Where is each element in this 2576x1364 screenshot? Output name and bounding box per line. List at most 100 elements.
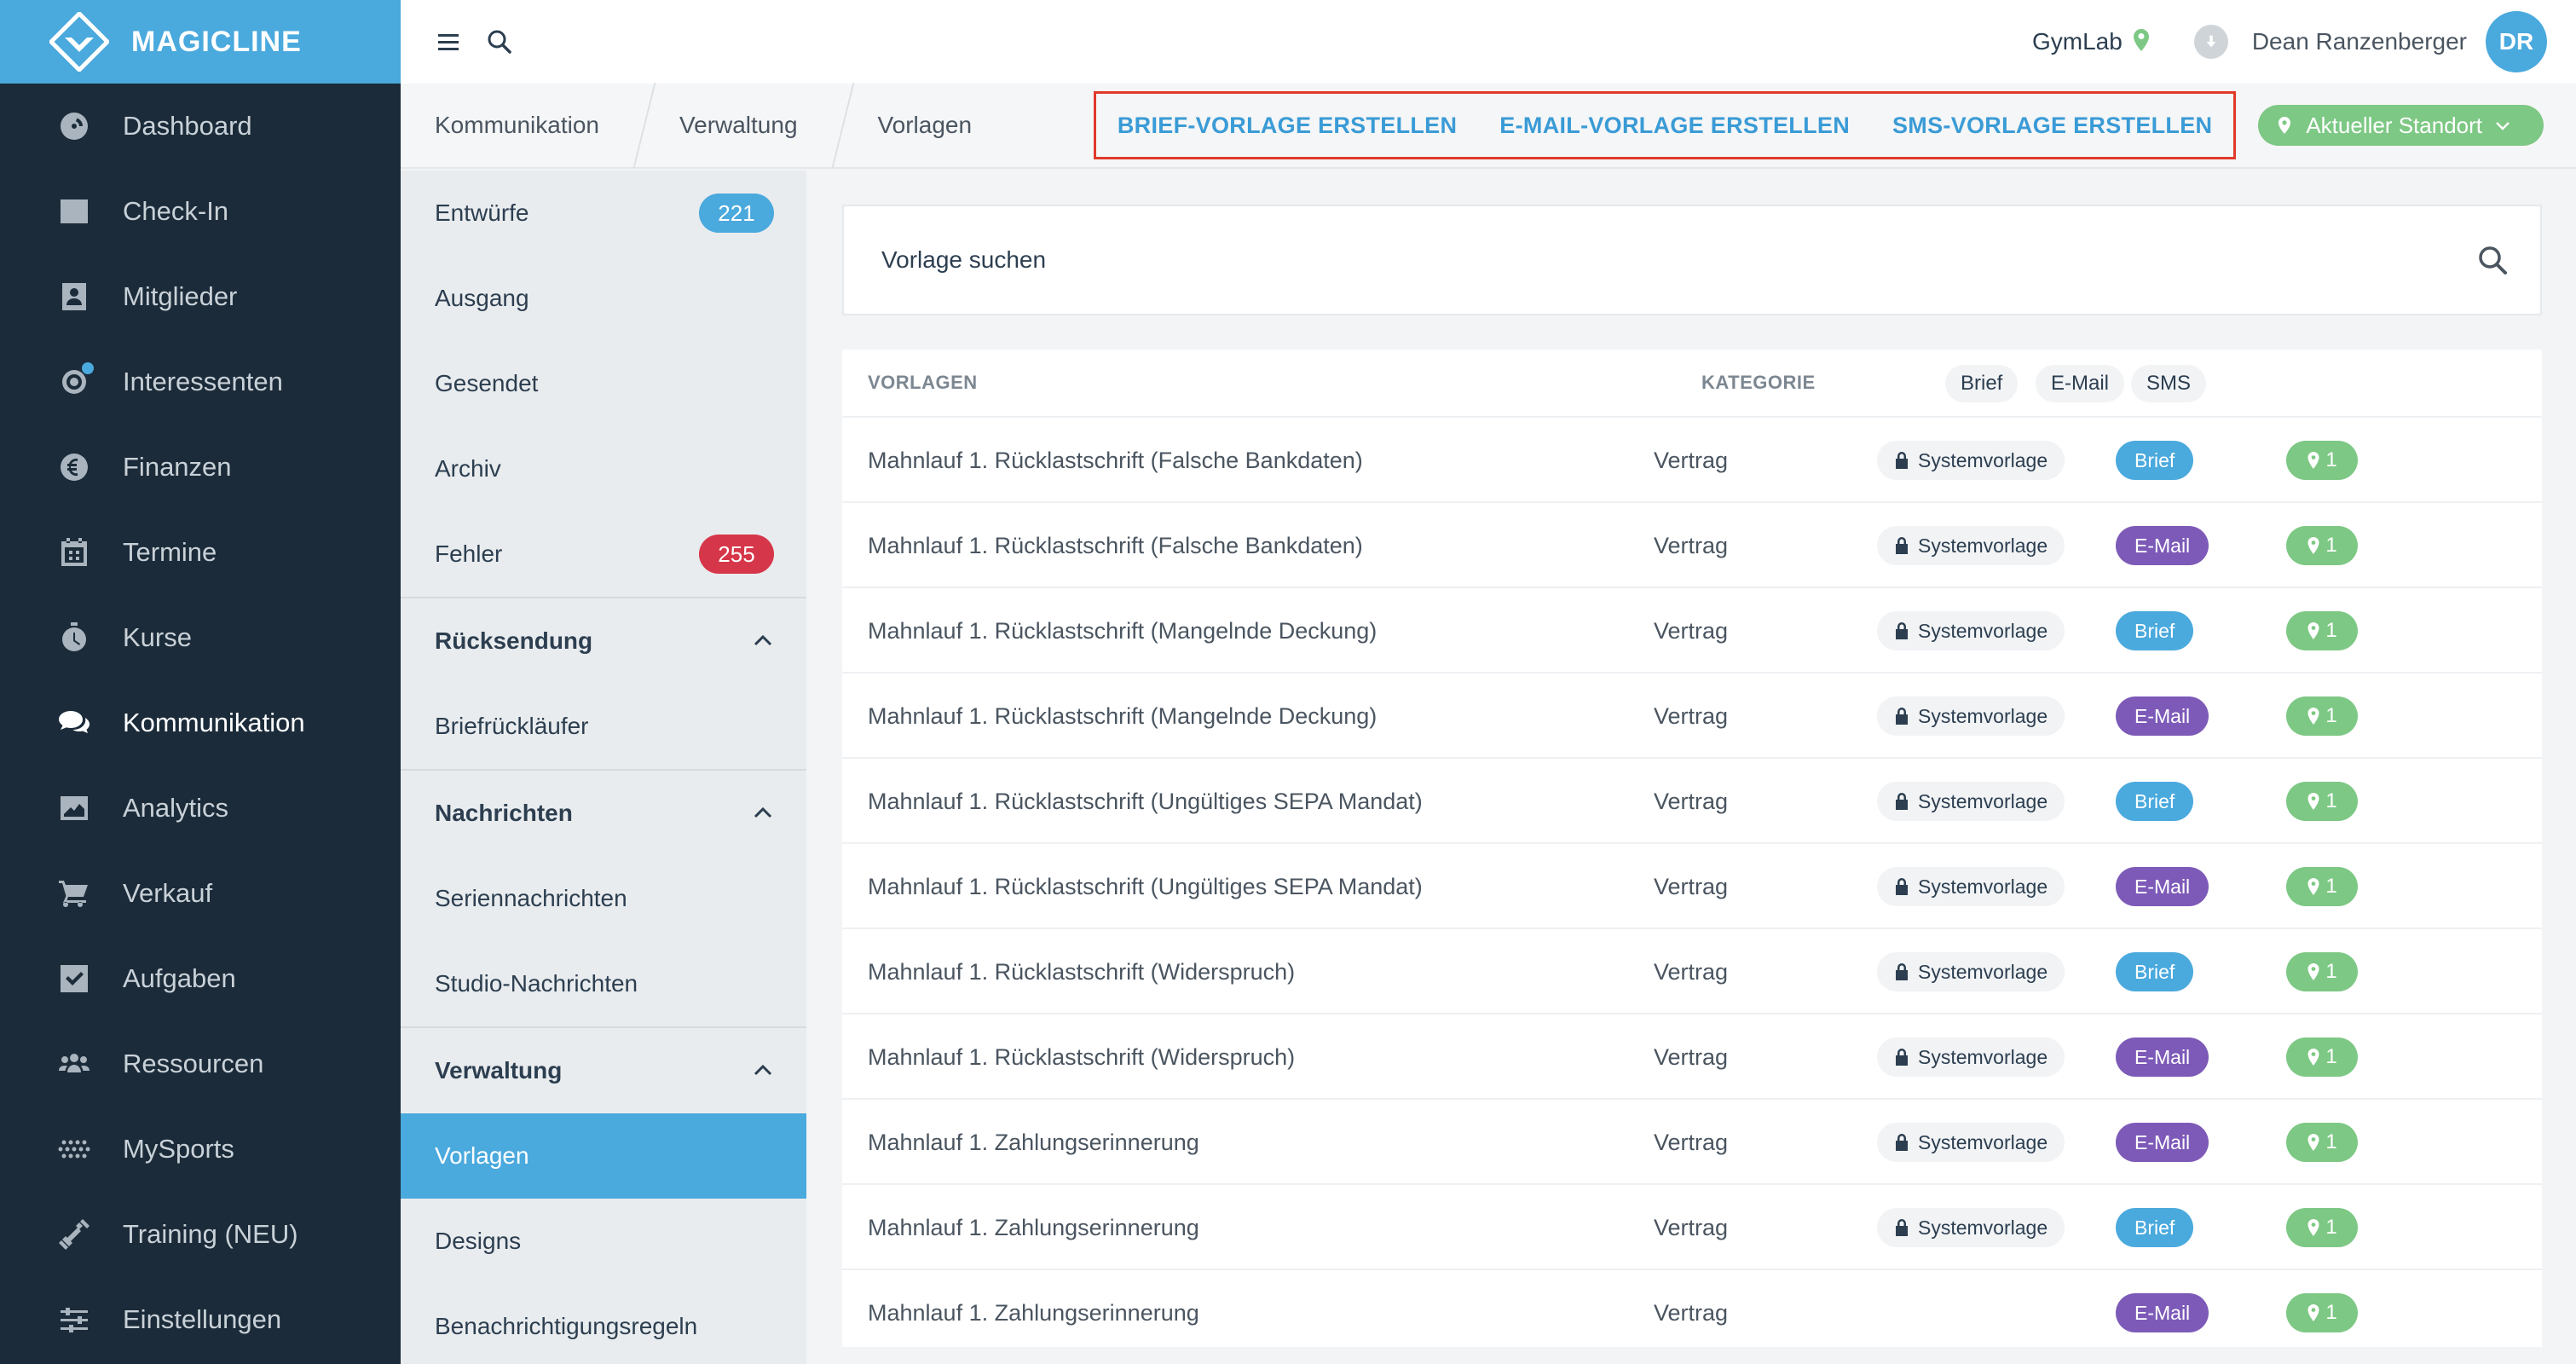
topbar: GymLab Dean Ranzenberger DR — [401, 0, 2576, 84]
sidebar-item-kurse[interactable]: Kurse — [0, 595, 401, 680]
subnav: Entwürfe 221 Ausgang Gesendet Archiv Feh… — [401, 170, 806, 1364]
create-email-template-button[interactable]: E-MAIL-VORLAGE ERSTELLEN — [1488, 113, 1861, 139]
sidebar-item-checkin[interactable]: Check-In — [0, 169, 401, 254]
sidebar-item-analytics[interactable]: Analytics — [0, 766, 401, 851]
sidebar-item-label: Termine — [123, 537, 217, 567]
location-count: 1 — [2325, 619, 2337, 642]
breadcrumb-item-kommunikation[interactable]: Kommunikation — [401, 83, 645, 168]
type-cell: Brief — [2116, 588, 2194, 673]
subnav-item-ausgang[interactable]: Ausgang — [401, 256, 806, 341]
sidebar-item-mysports[interactable]: MySports — [0, 1107, 401, 1192]
studio-name[interactable]: GymLab — [2032, 28, 2123, 55]
subnav-item-archiv[interactable]: Archiv — [401, 426, 806, 512]
sidebar-item-dashboard[interactable]: Dashboard — [0, 84, 401, 169]
subnav-item-gesendet[interactable]: Gesendet — [401, 341, 806, 426]
subnav-item-label: Designs — [435, 1228, 522, 1254]
table-row[interactable]: Mahnlauf 1. Rücklastschrift (Falsche Ban… — [842, 418, 2542, 503]
breadcrumb-item-verwaltung[interactable]: Verwaltung — [645, 83, 844, 168]
type-cell: Brief — [2116, 929, 2194, 1014]
table-row[interactable]: Mahnlauf 1. Zahlungserinnerung Vertrag S… — [842, 1185, 2542, 1270]
subnav-item-benachrichtigungsregeln[interactable]: Benachrichtigungsregeln — [401, 1284, 806, 1364]
location-count: 1 — [2325, 534, 2337, 557]
sidebar-item-ressourcen[interactable]: Ressourcen — [0, 1021, 401, 1107]
euro-icon — [56, 449, 92, 485]
sidebar-item-termine[interactable]: Termine — [0, 510, 401, 595]
sidebar-item-mitglieder[interactable]: Mitglieder — [0, 254, 401, 339]
system-template-label: Systemvorlage — [1918, 534, 2048, 557]
sidebar-item-einstellungen[interactable]: Einstellungen — [0, 1277, 401, 1362]
table-row[interactable]: Mahnlauf 1. Rücklastschrift (Ungültiges … — [842, 844, 2542, 929]
subnav-section-verwaltung[interactable]: Verwaltung — [401, 1026, 806, 1113]
main-nav: Dashboard Check-In Mitglieder Interessen… — [0, 84, 401, 1362]
global-search-button[interactable] — [474, 16, 525, 67]
location-cell: 1 — [2286, 1185, 2358, 1270]
table-row[interactable]: Mahnlauf 1. Rücklastschrift (Ungültiges … — [842, 759, 2542, 844]
sidebar-item-training[interactable]: Training (NEU) — [0, 1192, 401, 1277]
subnav-item-briefruecklaeufer[interactable]: Briefrückläufer — [401, 684, 806, 769]
lock-icon — [1896, 1219, 1908, 1236]
system-template-badge: Systemvorlage — [1877, 782, 2065, 821]
subnav-section-nachrichten[interactable]: Nachrichten — [401, 769, 806, 856]
subnav-item-label: Archiv — [435, 455, 501, 482]
search-icon[interactable] — [2475, 243, 2510, 277]
search-input[interactable] — [881, 246, 2475, 274]
filter-email[interactable]: E-Mail — [2036, 365, 2125, 402]
table-row[interactable]: Mahnlauf 1. Rücklastschrift (Falsche Ban… — [842, 503, 2542, 588]
menu-button[interactable] — [423, 16, 474, 67]
subnav-section-ruecksendung[interactable]: Rücksendung — [401, 597, 806, 684]
sidebar-item-kommunikation[interactable]: Kommunikation — [0, 680, 401, 766]
subnav-item-entwuerfe[interactable]: Entwürfe 221 — [401, 170, 806, 256]
system-template-cell: Systemvorlage — [1877, 1014, 2065, 1100]
filter-brief[interactable]: Brief — [1945, 365, 2019, 402]
location-cell: 1 — [2286, 844, 2358, 929]
sidebar: MAGICLINE Dashboard Check-In Mitglieder … — [0, 0, 401, 1364]
system-template-badge: Systemvorlage — [1877, 696, 2065, 736]
location-pin-icon — [2307, 622, 2319, 639]
subnav-item-designs[interactable]: Designs — [401, 1199, 806, 1284]
type-cell: Brief — [2116, 1185, 2194, 1270]
column-header-category[interactable]: KATEGORIE — [1701, 372, 1816, 394]
sidebar-item-label: Check-In — [123, 196, 229, 226]
system-template-cell: Systemvorlage — [1877, 759, 2065, 844]
create-brief-template-button[interactable]: BRIEF-VORLAGE ERSTELLEN — [1106, 113, 1468, 139]
template-name: Mahnlauf 1. Zahlungserinnerung — [868, 1214, 1199, 1240]
avatar[interactable]: DR — [2486, 11, 2547, 72]
system-template-label: Systemvorlage — [1918, 960, 2048, 983]
location-pin-icon — [2307, 1134, 2319, 1151]
table-header: VORLAGEN KATEGORIE Brief E-Mail SMS — [842, 350, 2542, 418]
table-row[interactable]: Mahnlauf 1. Rücklastschrift (Mangelnde D… — [842, 673, 2542, 759]
location-count: 1 — [2325, 1216, 2337, 1239]
sidebar-item-label: Mitglieder — [123, 281, 238, 311]
download-icon[interactable] — [2193, 25, 2228, 59]
template-name: Mahnlauf 1. Rücklastschrift (Mangelnde D… — [868, 617, 1378, 644]
table-row[interactable]: Mahnlauf 1. Zahlungserinnerung Vertrag S… — [842, 1100, 2542, 1185]
location-count: 1 — [2325, 875, 2337, 898]
filter-sms[interactable]: SMS — [2131, 365, 2207, 402]
sidebar-item-finanzen[interactable]: Finanzen — [0, 425, 401, 510]
location-pin-icon — [2307, 708, 2319, 725]
column-header-name[interactable]: VORLAGEN — [868, 372, 978, 394]
system-template-badge: Systemvorlage — [1877, 867, 2065, 906]
table-row[interactable]: Mahnlauf 1. Rücklastschrift (Widerspruch… — [842, 929, 2542, 1014]
subnav-item-studio-nachrichten[interactable]: Studio-Nachrichten — [401, 941, 806, 1026]
sidebar-item-interessenten[interactable]: Interessenten — [0, 339, 401, 425]
create-sms-template-button[interactable]: SMS-VORLAGE ERSTELLEN — [1881, 113, 2223, 139]
system-template-badge: Systemvorlage — [1877, 1208, 2065, 1247]
table-row[interactable]: Mahnlauf 1. Rücklastschrift (Mangelnde D… — [842, 588, 2542, 673]
subnav-item-vorlagen[interactable]: Vorlagen — [401, 1113, 806, 1199]
search-icon — [488, 30, 511, 54]
location-pin-icon — [2307, 1049, 2319, 1066]
brand[interactable]: MAGICLINE — [0, 0, 401, 84]
sidebar-item-label: Einstellungen — [123, 1304, 282, 1334]
section-label: Rücksendung — [435, 627, 593, 654]
table-row[interactable]: Mahnlauf 1. Rücklastschrift (Widerspruch… — [842, 1014, 2542, 1100]
sidebar-item-verkauf[interactable]: Verkauf — [0, 851, 401, 936]
location-dropdown[interactable]: Aktueller Standort — [2258, 105, 2544, 146]
table-row[interactable]: Mahnlauf 1. Zahlungserinnerung Vertrag E… — [842, 1270, 2542, 1347]
sidebar-item-aufgaben[interactable]: Aufgaben — [0, 936, 401, 1021]
user-name[interactable]: Dean Ranzenberger — [2252, 28, 2467, 55]
subnav-item-seriennachrichten[interactable]: Seriennachrichten — [401, 856, 806, 941]
chevron-up-icon — [754, 1064, 772, 1076]
template-name: Mahnlauf 1. Rücklastschrift (Ungültiges … — [868, 788, 1423, 814]
subnav-item-fehler[interactable]: Fehler 255 — [401, 512, 806, 597]
